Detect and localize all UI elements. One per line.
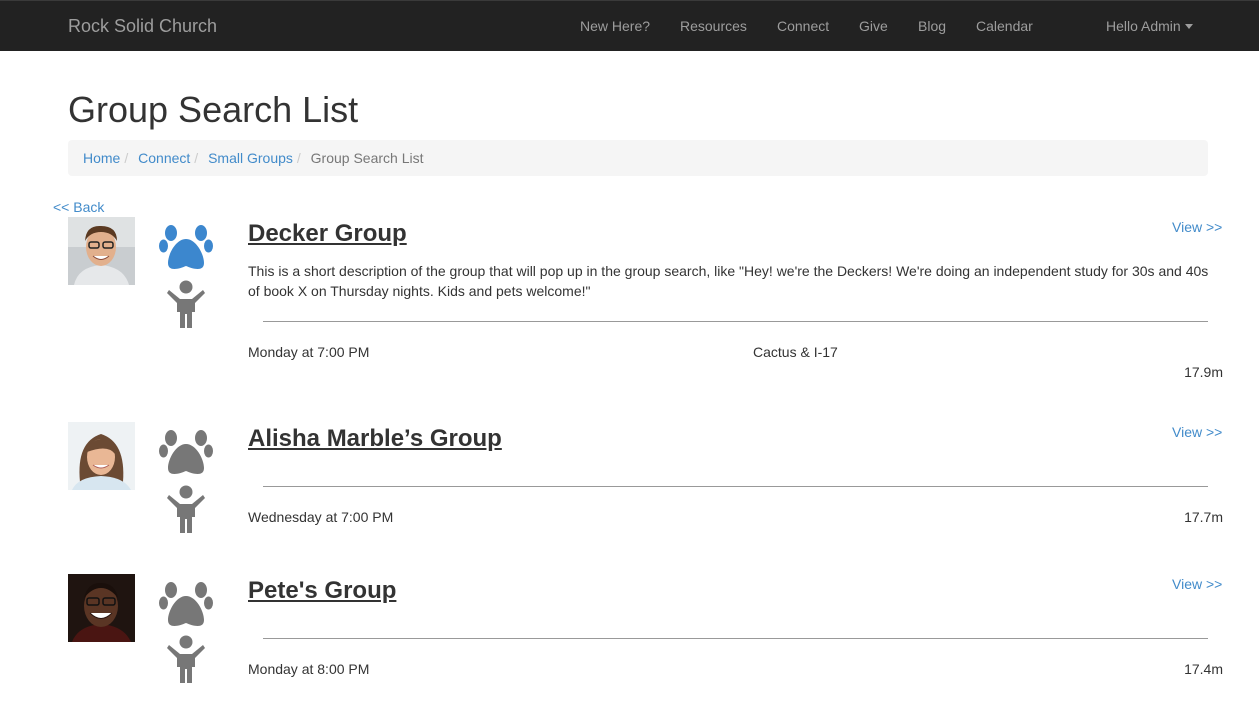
avatar [68,422,135,490]
paw-icon [159,430,213,474]
user-menu-label: Hello Admin [1106,18,1181,34]
group-name-link[interactable]: Decker Group [248,220,407,248]
user-menu[interactable]: Hello Admin [1106,18,1193,34]
breadcrumb-separator: / [124,150,129,166]
breadcrumb-separator: / [194,150,199,166]
child-icon [167,485,205,533]
breadcrumb-separator: / [296,150,301,166]
group-distance: 17.9m [1184,364,1223,380]
caret-down-icon [1184,23,1193,29]
brand-link[interactable]: Rock Solid Church [68,16,217,37]
breadcrumb-small-groups[interactable]: Small Groups [208,150,293,166]
divider [263,638,1208,639]
group-schedule: Monday at 8:00 PM [248,661,370,677]
child-icon [167,280,205,328]
group-description: This is a short description of the group… [248,263,1209,299]
avatar [68,574,135,642]
view-group-link[interactable]: View >> [1172,424,1222,440]
group-distance: 17.4m [1184,661,1223,677]
nav-resources[interactable]: Resources [680,18,747,34]
nav-new-here[interactable]: New Here? [580,18,650,34]
divider [263,486,1208,487]
view-group-link[interactable]: View >> [1172,576,1222,592]
group-location: Cactus & I-17 [753,344,838,360]
group-name-link[interactable]: Alisha Marble’s Group [248,425,502,453]
paw-icon [159,582,213,626]
group-distance: 17.7m [1184,509,1223,525]
nav-connect[interactable]: Connect [777,18,829,34]
breadcrumb-connect[interactable]: Connect [138,150,190,166]
breadcrumb-current: Group Search List [310,150,424,166]
nav-calendar[interactable]: Calendar [976,18,1033,34]
paw-icon [159,225,213,269]
group-name-link[interactable]: Pete's Group [248,577,396,605]
avatar [68,217,135,285]
group-schedule: Wednesday at 7:00 PM [248,509,394,525]
breadcrumb-home[interactable]: Home [83,150,120,166]
child-icon [167,635,205,683]
view-group-link[interactable]: View >> [1172,219,1222,235]
breadcrumb: Home / Connect / Small Groups / Group Searc… [68,140,1208,176]
top-navbar: Rock Solid Church New Here? Resources Co… [0,0,1259,51]
divider [263,321,1208,322]
page-title: Group Search List [68,89,359,130]
group-schedule: Monday at 7:00 PM [248,344,370,360]
nav-give[interactable]: Give [859,18,888,34]
back-link[interactable]: << Back [53,199,104,215]
nav-blog[interactable]: Blog [918,18,946,34]
